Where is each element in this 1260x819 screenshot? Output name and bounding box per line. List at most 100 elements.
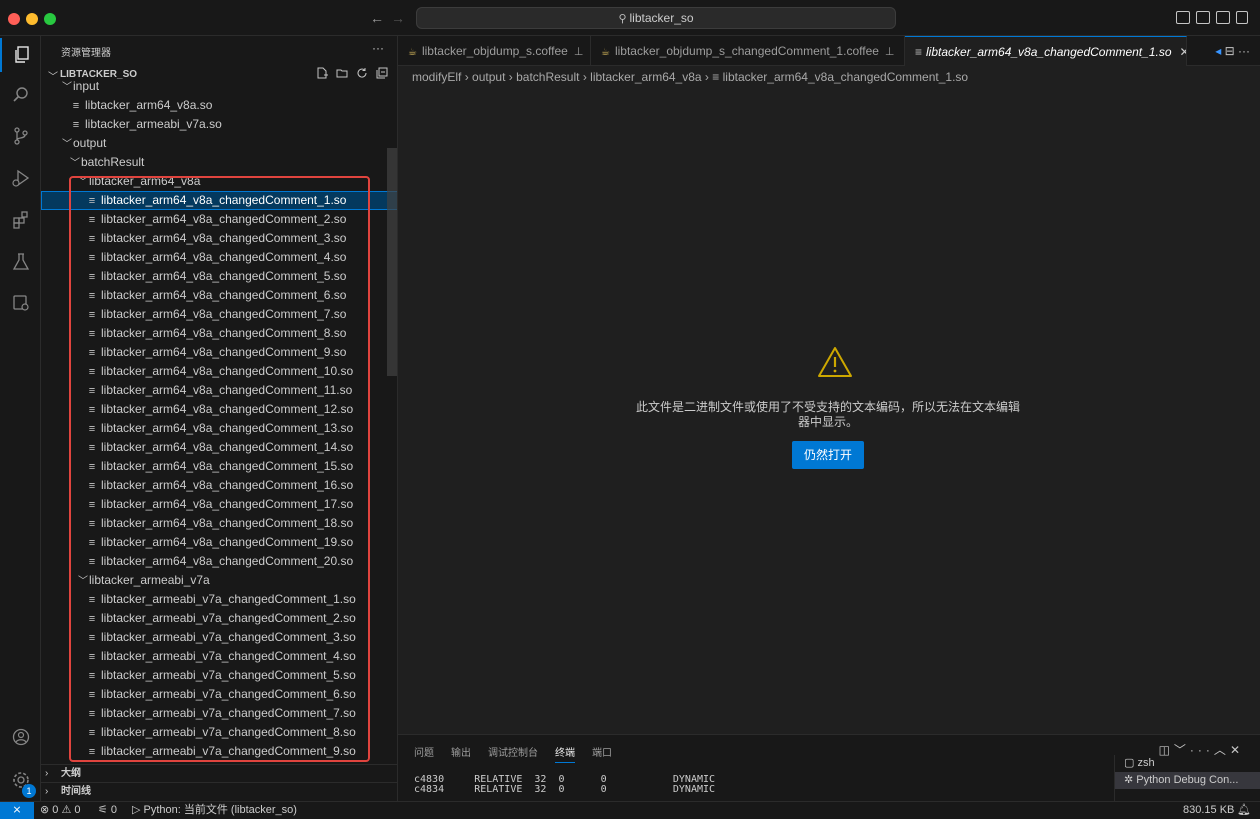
breadcrumb-item[interactable]: output bbox=[472, 70, 505, 84]
tree-item-label: libtacker_arm64_v8a_changedComment_5.so bbox=[101, 269, 347, 283]
search-icon[interactable] bbox=[0, 78, 41, 112]
breadcrumb-item[interactable]: libtacker_arm64_v8a_changedComment_1.so bbox=[723, 70, 968, 84]
tree-folder[interactable]: ﹀libtacker_armeabi_v7a bbox=[41, 571, 397, 590]
more-actions-icon[interactable]: ··· bbox=[1238, 44, 1250, 58]
split-layout-icon[interactable]: ⊟ bbox=[1225, 44, 1235, 58]
tab-active-so-file[interactable]: ≡ libtacker_arm64_v8a_changedComment_1.so… bbox=[905, 36, 1187, 66]
tree-file[interactable]: ≡ libtacker_armeabi_v7a_changedComment_3.… bbox=[41, 628, 397, 647]
tab-output[interactable]: 输出 bbox=[451, 744, 471, 763]
toggle-secondary-sidebar-icon[interactable] bbox=[1216, 11, 1230, 24]
tree-file[interactable]: ≡ libtacker_arm64_v8a_changedComment_2.so bbox=[41, 210, 397, 229]
tree-file[interactable]: ≡ libtacker_arm64_v8a_changedComment_16.s… bbox=[41, 476, 397, 495]
close-tab-icon[interactable]: ✕ bbox=[1180, 45, 1187, 59]
tab-debug-console[interactable]: 调试控制台 bbox=[488, 744, 538, 763]
zoom-window-button[interactable] bbox=[44, 13, 56, 25]
tree-file[interactable]: ≡ libtacker_arm64_v8a_changedComment_3.so bbox=[41, 229, 397, 248]
title-bar: ← → ⚲ libtacker_so bbox=[0, 0, 1260, 36]
tree-file[interactable]: ≡ libtacker_armeabi_v7a_changedComment_9.… bbox=[41, 742, 397, 761]
tree-file[interactable]: ≡ libtacker_arm64_v8a_changedComment_15.s… bbox=[41, 457, 397, 476]
tree-item-label: libtacker_armeabi_v7a_changedComment_4.s… bbox=[101, 649, 356, 663]
remote-explorer-icon[interactable] bbox=[0, 286, 41, 320]
ports-status[interactable]: ⚟ 0 bbox=[98, 802, 117, 819]
tree-item-label: libtacker_armeabi_v7a_changedComment_1.s… bbox=[101, 592, 356, 606]
chevron-down-icon: ﹀ bbox=[62, 82, 72, 93]
tree-file[interactable]: ≡ libtacker_arm64_v8a_changedComment_12.s… bbox=[41, 400, 397, 419]
terminal-item-zsh[interactable]: ▢ zsh bbox=[1115, 755, 1260, 772]
remote-indicator-icon[interactable]: ⨯ bbox=[0, 802, 34, 819]
notifications-bell-icon[interactable]: 🔔︎ bbox=[1237, 802, 1251, 819]
tree-item-label: libtacker_armeabi_v7a_changedComment_2.s… bbox=[101, 611, 356, 625]
back-arrow-icon[interactable]: ← bbox=[370, 10, 384, 26]
tree-folder[interactable]: ﹀batchResult bbox=[41, 153, 397, 172]
tree-file[interactable]: ≡ libtacker_arm64_v8a_changedComment_5.so bbox=[41, 267, 397, 286]
terminal-output[interactable]: c4830 RELATIVE 32 0 0 DYNAMIC c4834 RELAT… bbox=[414, 775, 715, 795]
tree-file[interactable]: ≡ libtacker_armeabi_v7a.so bbox=[41, 115, 397, 134]
pin-icon[interactable]: ⊥ bbox=[885, 46, 895, 58]
timeline-label: 时间线 bbox=[61, 786, 91, 797]
tree-file[interactable]: ≡ libtacker_arm64_v8a_changedComment_1.so bbox=[41, 191, 397, 210]
tree-file[interactable]: ≡ libtacker_arm64_v8a_changedComment_7.so bbox=[41, 305, 397, 324]
tree-file[interactable]: ≡ libtacker_arm64_v8a_changedComment_10.s… bbox=[41, 362, 397, 381]
tree-file[interactable]: ≡ libtacker_arm64_v8a_changedComment_17.s… bbox=[41, 495, 397, 514]
toggle-primary-sidebar-icon[interactable] bbox=[1176, 11, 1190, 24]
split-editor-icon[interactable]: ◂ bbox=[1215, 44, 1221, 58]
minimize-window-button[interactable] bbox=[26, 13, 38, 25]
tree-folder[interactable]: ﹀output bbox=[41, 134, 397, 153]
tree-file[interactable]: ≡ libtacker_arm64_v8a.so bbox=[41, 96, 397, 115]
tree-file[interactable]: ≡ libtacker_arm64_v8a_changedComment_8.so bbox=[41, 324, 397, 343]
tree-file[interactable]: ≡ libtacker_armeabi_v7a_changedComment_4.… bbox=[41, 647, 397, 666]
tree-file[interactable]: ≡ libtacker_arm64_v8a_changedComment_11.s… bbox=[41, 381, 397, 400]
breadcrumb-item[interactable]: modifyElf bbox=[412, 70, 461, 84]
open-anyway-button[interactable]: 仍然打开 bbox=[792, 441, 864, 469]
tree-file[interactable]: ≡ libtacker_arm64_v8a_changedComment_14.s… bbox=[41, 438, 397, 457]
pin-icon[interactable]: ⊥ bbox=[574, 46, 584, 58]
tab-terminal[interactable]: 终端 bbox=[555, 744, 575, 763]
tree-file[interactable]: ≡ libtacker_arm64_v8a_changedComment_13.s… bbox=[41, 419, 397, 438]
tree-file[interactable]: ≡ libtacker_armeabi_v7a_changedComment_8.… bbox=[41, 723, 397, 742]
run-debug-icon: ▷ bbox=[132, 804, 144, 816]
tree-file[interactable]: ≡ libtacker_arm64_v8a_changedComment_4.so bbox=[41, 248, 397, 267]
timeline-section-header[interactable]: › 时间线 bbox=[41, 782, 397, 800]
breadcrumb-item[interactable]: batchResult bbox=[516, 70, 579, 84]
sidebar-scrollbar[interactable] bbox=[387, 148, 397, 376]
tab-problems[interactable]: 问题 bbox=[414, 744, 434, 763]
file-size-status[interactable]: 830.15 KB bbox=[1183, 802, 1234, 819]
python-debug-status[interactable]: ▷ Python: 当前文件 (libtacker_so) bbox=[132, 802, 297, 819]
command-center-search[interactable]: ⚲ libtacker_so bbox=[416, 7, 896, 29]
tab-objdump-changed-coffee[interactable]: ☕ libtacker_objdump_s_changedComment_1.co… bbox=[591, 36, 905, 66]
tree-file[interactable]: ≡ libtacker_armeabi_v7a_changedComment_5.… bbox=[41, 666, 397, 685]
source-control-icon[interactable] bbox=[0, 119, 41, 153]
manage-icon[interactable]: 1 bbox=[0, 763, 41, 798]
binary-file-message: 此文件是二进制文件或使用了不受支持的文本编码，所以无法在文本编辑 器中显示。 bbox=[608, 400, 1048, 430]
run-debug-icon[interactable] bbox=[0, 161, 41, 195]
more-actions-icon[interactable]: ··· bbox=[372, 41, 384, 55]
tab-ports[interactable]: 端口 bbox=[592, 744, 612, 763]
tree-file[interactable]: ≡ libtacker_arm64_v8a_changedComment_6.so bbox=[41, 286, 397, 305]
terminal-item-python-debug[interactable]: ✲ Python Debug Con... bbox=[1115, 772, 1260, 789]
tab-objdump-coffee[interactable]: ☕ libtacker_objdump_s.coffee ⊥ bbox=[398, 36, 591, 66]
toggle-panel-icon[interactable] bbox=[1196, 11, 1210, 24]
tree-file[interactable]: ≡ libtacker_armeabi_v7a_changedComment_1.… bbox=[41, 590, 397, 609]
tree-file[interactable]: ≡ libtacker_arm64_v8a_changedComment_20.s… bbox=[41, 552, 397, 571]
account-icon[interactable] bbox=[0, 720, 41, 754]
tree-file[interactable]: ≡ libtacker_arm64_v8a_changedComment_19.s… bbox=[41, 533, 397, 552]
forward-arrow-icon[interactable]: → bbox=[391, 10, 405, 26]
outline-section-header[interactable]: › 大纲 bbox=[41, 764, 397, 782]
extensions-icon[interactable] bbox=[0, 203, 41, 237]
customize-layout-icon[interactable] bbox=[1236, 11, 1248, 24]
tab-label: libtacker_objdump_s.coffee bbox=[421, 44, 568, 58]
close-window-button[interactable] bbox=[8, 13, 20, 25]
tree-item-label: input bbox=[73, 79, 100, 93]
tree-file[interactable]: ≡ libtacker_armeabi_v7a_changedComment_2.… bbox=[41, 609, 397, 628]
tree-file[interactable]: ≡ libtacker_armeabi_v7a_changedComment_6.… bbox=[41, 685, 397, 704]
tree-file[interactable]: ≡ libtacker_arm64_v8a_changedComment_18.s… bbox=[41, 514, 397, 533]
binary-file-icon: ≡ bbox=[88, 537, 96, 549]
tree-folder[interactable]: ﹀input bbox=[41, 77, 397, 96]
breadcrumb-item[interactable]: libtacker_arm64_v8a bbox=[590, 70, 701, 84]
tree-file[interactable]: ≡ libtacker_armeabi_v7a_changedComment_7.… bbox=[41, 704, 397, 723]
tree-folder[interactable]: ﹀libtacker_arm64_v8a bbox=[41, 172, 397, 191]
testing-icon[interactable] bbox=[0, 245, 41, 279]
explorer-icon[interactable] bbox=[0, 38, 41, 72]
tree-file[interactable]: ≡ libtacker_arm64_v8a_changedComment_9.so bbox=[41, 343, 397, 362]
problems-status[interactable]: ⊗ 0 ⚠ 0 bbox=[40, 802, 81, 819]
